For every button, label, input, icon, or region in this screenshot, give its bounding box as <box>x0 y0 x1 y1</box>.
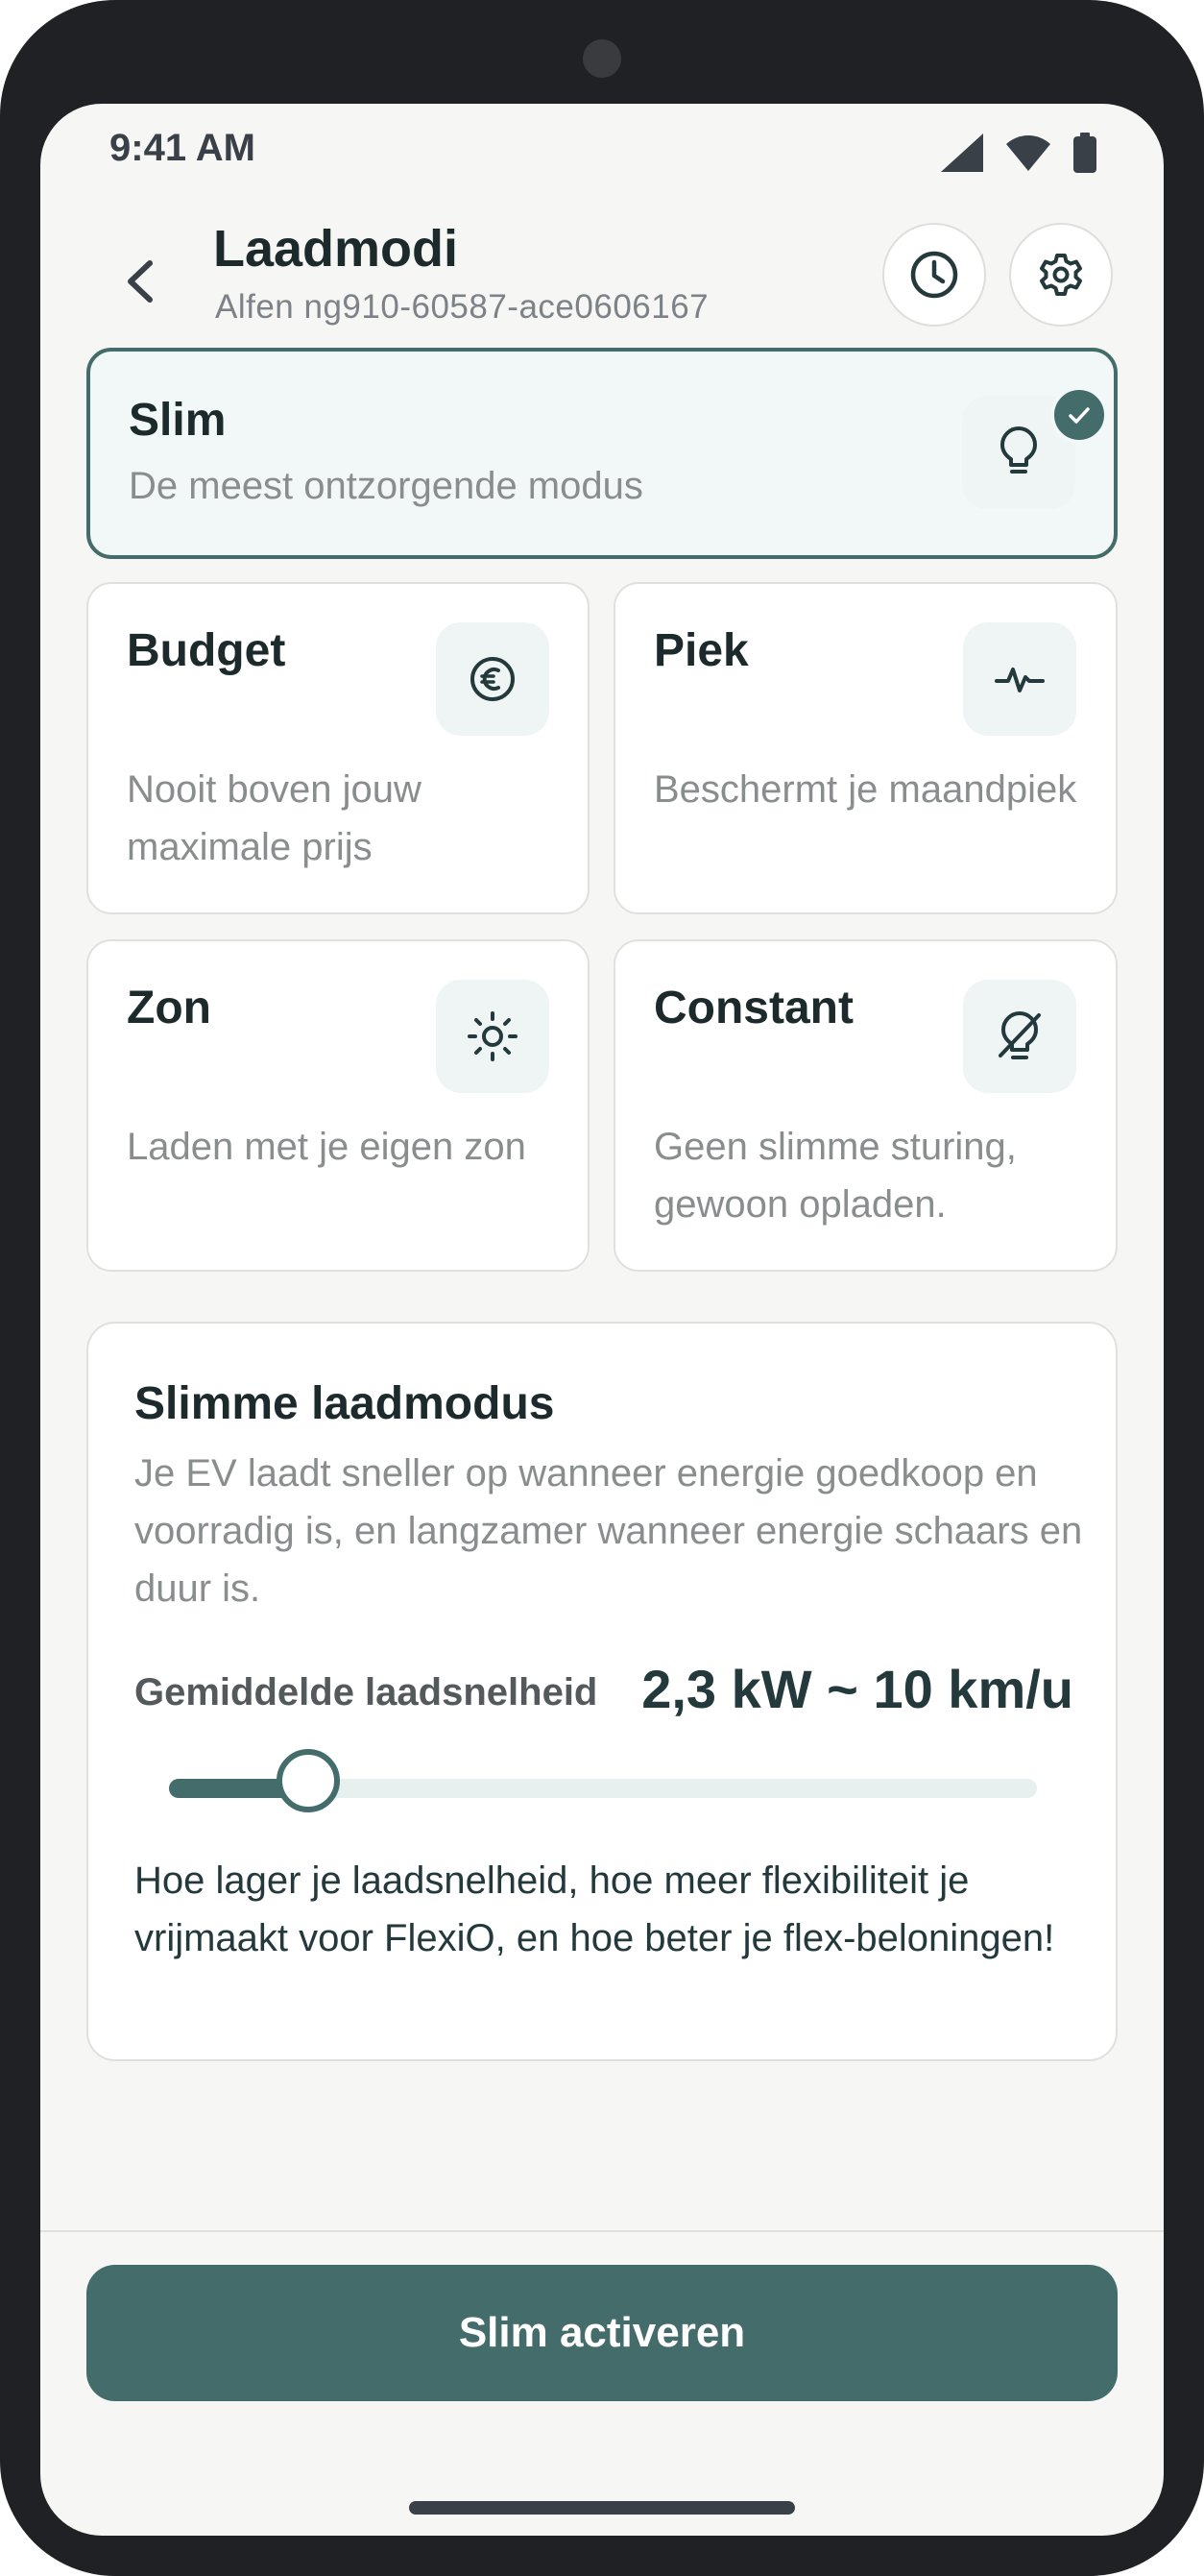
selected-check-icon <box>1050 386 1108 444</box>
phone-frame: 9:41 AM Laadmodi Alfen ng910-60587-ace06… <box>0 0 1204 2576</box>
mode-description: Laden met je eigen zon <box>127 1126 526 1168</box>
history-button[interactable] <box>882 223 986 327</box>
back-button[interactable] <box>117 248 165 315</box>
mode-card-budget[interactable]: Budget Nooit boven jouw maximale prijs <box>86 582 590 914</box>
mode-description: Geen slimme sturing, gewoon opladen. <box>654 1126 1017 1226</box>
mode-description: Beschermt je maandpiek <box>654 768 1077 811</box>
page-title: Laadmodi <box>213 220 459 278</box>
cellular-signal-icon <box>941 134 983 172</box>
bottom-divider <box>40 2230 1164 2232</box>
status-icons <box>941 133 1096 173</box>
mode-icon-tile <box>436 622 549 736</box>
mode-title: Zon <box>127 983 211 1033</box>
flexibility-note: Hoe lager je laadsnelheid, hoe meer flex… <box>134 1859 1055 1959</box>
status-time: 9:41 AM <box>109 127 255 169</box>
pulse-icon <box>995 668 1045 693</box>
info-description: Je EV laadt sneller op wanneer energie g… <box>134 1452 1083 1610</box>
slider-thumb[interactable] <box>277 1749 340 1812</box>
mode-card-zon[interactable]: Zon Laden met je eigen zon <box>86 939 590 1272</box>
charger-id: Alfen ng910-60587-ace0606167 <box>215 288 710 326</box>
sun-icon <box>468 1011 518 1061</box>
chevron-left-icon <box>128 260 153 303</box>
mode-icon-tile <box>963 980 1076 1093</box>
mode-title: Constant <box>654 983 854 1033</box>
battery-icon <box>1073 133 1096 173</box>
settings-button[interactable] <box>1009 223 1113 327</box>
charging-speed-slider[interactable] <box>169 1749 1037 1812</box>
euro-icon <box>470 657 515 701</box>
gear-icon <box>1040 254 1082 296</box>
lightbulb-icon <box>1000 426 1037 474</box>
charging-speed-label: Gemiddelde laadsnelheid <box>134 1671 598 1713</box>
mode-title: Budget <box>127 625 286 676</box>
smart-mode-info-card: Slimme laadmodus Je EV laadt sneller op … <box>86 1322 1118 2061</box>
home-indicator[interactable] <box>409 2501 795 2515</box>
activate-button[interactable]: Slim activeren <box>86 2265 1118 2401</box>
front-camera <box>583 39 621 78</box>
bulb-off-icon <box>999 1011 1041 1059</box>
mode-description: Nooit boven jouw maximale prijs <box>127 768 421 868</box>
info-title: Slimme laadmodus <box>134 1378 555 1429</box>
mode-description: De meest ontzorgende modus <box>129 465 643 507</box>
mode-title: Slim <box>129 395 227 446</box>
mode-icon-tile <box>963 622 1076 736</box>
mode-icon-tile <box>436 980 549 1093</box>
mode-card-piek[interactable]: Piek Beschermt je maandpiek <box>614 582 1118 914</box>
mode-card-slim[interactable]: Slim De meest ontzorgende modus <box>86 348 1118 559</box>
mode-card-constant[interactable]: Constant Geen slimme sturing, gewoon opl… <box>614 939 1118 1272</box>
charging-speed-value: 2,3 kW ~ 10 km/u <box>641 1659 1073 1719</box>
app-screen: 9:41 AM Laadmodi Alfen ng910-60587-ace06… <box>40 104 1164 2536</box>
clock-icon <box>910 251 958 299</box>
mode-title: Piek <box>654 625 749 676</box>
wifi-icon <box>1006 135 1050 171</box>
